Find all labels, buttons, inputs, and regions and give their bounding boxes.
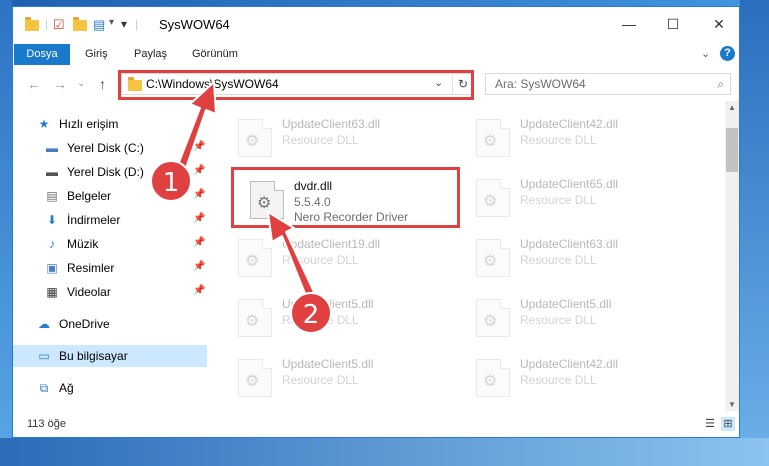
arrow-two [267, 211, 315, 297]
callout-arrows [175, 81, 315, 297]
callout-badge-one: 1 [150, 160, 192, 202]
callout-badge-two: 2 [290, 292, 332, 334]
arrow-one [175, 81, 217, 175]
